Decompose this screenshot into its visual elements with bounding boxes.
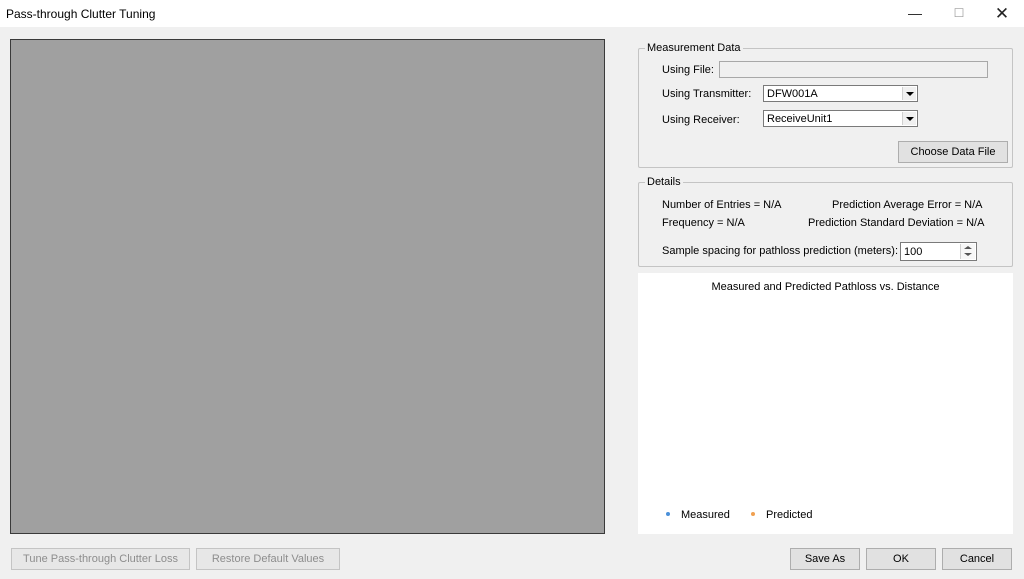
maximize-button[interactable]: ☐ <box>937 0 981 27</box>
using-transmitter-label: Using Transmitter: <box>662 88 752 100</box>
cancel-button[interactable]: Cancel <box>942 548 1012 570</box>
legend-predicted: Predicted <box>751 509 812 521</box>
ok-button[interactable]: OK <box>866 548 936 570</box>
transmitter-select[interactable]: DFW001A <box>763 85 918 102</box>
legend-predicted-label: Predicted <box>766 509 813 521</box>
restore-default-values-button[interactable]: Restore Default Values <box>196 548 340 570</box>
using-receiver-label: Using Receiver: <box>662 114 740 126</box>
using-file-field[interactable] <box>719 61 988 78</box>
measured-legend-dot <box>666 512 670 517</box>
map-viewport[interactable] <box>10 39 605 534</box>
using-file-label: Using File: <box>662 64 714 76</box>
number-of-entries: Number of Entries = N/A <box>662 199 782 211</box>
chevron-down-icon[interactable] <box>902 112 916 125</box>
measurement-data-legend: Measurement Data <box>647 42 741 54</box>
window-title: Pass-through Clutter Tuning <box>6 7 156 21</box>
legend-measured: Measured <box>666 509 730 521</box>
legend-measured-label: Measured <box>681 509 730 521</box>
minimize-icon: — <box>908 5 922 21</box>
frequency: Frequency = N/A <box>662 217 745 229</box>
choose-data-file-button[interactable]: Choose Data File <box>898 141 1008 163</box>
sample-spacing-value: 100 <box>904 246 923 258</box>
chart-title: Measured and Predicted Pathloss vs. Dist… <box>711 281 940 293</box>
close-button[interactable]: ✕ <box>980 0 1024 27</box>
receiver-select[interactable]: ReceiveUnit1 <box>763 110 918 127</box>
minimize-button[interactable]: — <box>893 0 937 27</box>
chevron-down-icon[interactable] <box>902 87 916 100</box>
predicted-legend-dot <box>751 512 755 517</box>
save-as-button[interactable]: Save As <box>790 548 860 570</box>
stepper-arrows-icon[interactable] <box>960 244 975 259</box>
pathloss-chart: Measured and Predicted Pathloss vs. Dist… <box>638 273 1013 534</box>
prediction-standard-deviation: Prediction Standard Deviation = N/A <box>808 217 985 229</box>
details-legend: Details <box>647 176 681 188</box>
sample-spacing-stepper[interactable]: 100 <box>900 242 977 261</box>
title-bar: Pass-through Clutter Tuning — ☐ ✕ <box>0 0 1024 27</box>
receiver-select-value: ReceiveUnit1 <box>767 113 833 125</box>
transmitter-select-value: DFW001A <box>767 88 818 100</box>
maximize-icon: ☐ <box>953 6 965 20</box>
sample-spacing-label: Sample spacing for pathloss prediction (… <box>662 245 898 257</box>
close-icon: ✕ <box>994 4 1010 23</box>
prediction-average-error: Prediction Average Error = N/A <box>832 199 983 211</box>
tune-clutter-loss-button[interactable]: Tune Pass-through Clutter Loss <box>11 548 190 570</box>
